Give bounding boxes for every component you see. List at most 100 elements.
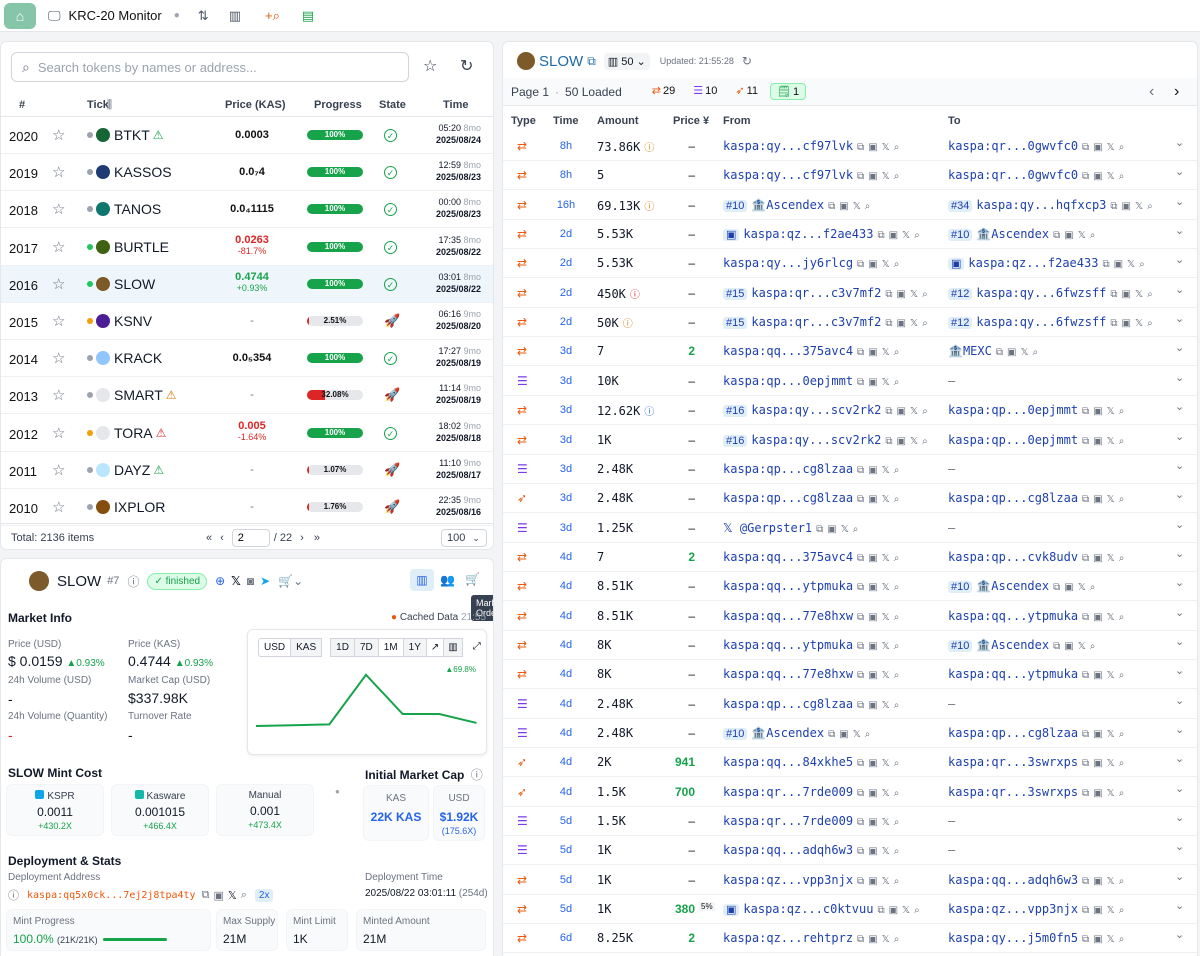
explorer-icon[interactable]: ▣ — [868, 788, 877, 799]
x-icon[interactable]: 𝕏 — [882, 259, 890, 270]
favorite-star-icon[interactable]: ☆ — [52, 200, 65, 218]
type-filter-chip[interactable]: ☰ 10 — [687, 83, 723, 100]
explorer-icon[interactable]: ▣ — [868, 142, 877, 153]
transfers-token-name[interactable]: SLOW — [539, 53, 583, 70]
token-tick[interactable]: IXPLOR — [87, 499, 165, 515]
expand-chevron-icon[interactable]: ⌄ — [1175, 400, 1184, 413]
token-tick[interactable]: KSNV — [87, 313, 152, 329]
search-icon[interactable]: ⌕ — [894, 788, 900, 799]
line-chart-icon[interactable]: ↗ — [426, 638, 445, 657]
x-icon[interactable]: 𝕏 — [882, 465, 890, 476]
favorite-star-icon[interactable]: ☆ — [52, 275, 65, 293]
copy-icon[interactable]: ⧉ — [885, 436, 892, 447]
x-icon[interactable]: 𝕏 — [1135, 201, 1143, 212]
cart-dropdown-icon[interactable]: 🛒⌄ — [278, 574, 303, 588]
info-icon[interactable]: ⓘ — [127, 573, 139, 590]
address-link[interactable]: – — [948, 814, 955, 828]
favorite-star-icon[interactable]: ☆ — [52, 461, 65, 479]
explorer-icon[interactable]: ▣ — [868, 934, 877, 945]
copy-icon[interactable]: ⧉ — [877, 230, 884, 241]
explorer-icon[interactable]: ▣ — [868, 582, 877, 593]
transfer-row[interactable]: ⇄ 4d 8K – kaspa:qq...77e8hxw ⧉ ▣ 𝕏 ⌕ kaspa:qq...y… — [503, 660, 1197, 690]
favorite-star-icon[interactable]: ☆ — [52, 312, 65, 330]
search-icon[interactable]: ⌕ — [914, 230, 920, 241]
transfer-row[interactable]: ☰ 5d 1K – kaspa:qq...adqh6w3 ⧉ ▣ 𝕏 ⌕ – ⌄ — [503, 836, 1197, 866]
transfer-row[interactable]: ⇄ 5d 1K 380 5% ▣ kaspa:qz...c0ktvuu ⧉ ▣ 𝕏 ⌕ kaspa:q… — [503, 895, 1197, 925]
x-icon[interactable]: 𝕏 — [1107, 758, 1115, 769]
x-icon[interactable]: 𝕏 — [1107, 612, 1115, 623]
explorer-icon[interactable]: ▣ — [897, 406, 906, 417]
search-icon[interactable]: ⌕ — [894, 670, 900, 681]
address-link[interactable]: kaspa:qy...scv2rk2 — [751, 403, 881, 417]
copy-icon[interactable]: ⧉ — [1082, 553, 1089, 564]
chart-icon[interactable]: ▥ — [229, 8, 241, 24]
copy-icon[interactable]: ⧉ — [857, 641, 864, 652]
next-icon[interactable]: › — [1174, 83, 1179, 101]
address-link[interactable]: – — [948, 697, 955, 711]
search-icon[interactable]: ⌕ — [922, 318, 928, 329]
explorer-icon[interactable]: ▣ — [1093, 758, 1102, 769]
explorer-icon[interactable]: ▣ — [1114, 259, 1123, 270]
copy-icon[interactable]: ⧉ — [857, 846, 864, 857]
expand-chevron-icon[interactable]: ⌄ — [1175, 870, 1184, 883]
address-link[interactable]: kaspa:qq...84xkhe5 — [723, 755, 853, 769]
transfer-row[interactable]: ☰ 3d 1.25K – 𝕏 @Gerpster1 ⧉ ▣ 𝕏 ⌕ – ⌄ — [503, 514, 1197, 543]
x-icon[interactable]: 𝕏 — [882, 553, 890, 564]
token-tick[interactable]: BURTLE — [87, 239, 169, 255]
token-tick[interactable]: TORA ⚠ — [87, 425, 166, 441]
x-icon[interactable]: 𝕏 — [882, 700, 890, 711]
favorite-star-icon[interactable]: ☆ — [52, 126, 65, 144]
explorer-icon[interactable]: ▣ — [1093, 788, 1102, 799]
expand-chevron-icon[interactable]: ⌄ — [1175, 430, 1184, 443]
address-link[interactable]: kaspa:qp...0epjmmt — [948, 433, 1078, 447]
expand-chevron-icon[interactable]: ⌄ — [1175, 840, 1184, 853]
address-link[interactable]: 🏦Ascendex — [976, 227, 1049, 241]
explorer-icon[interactable]: ▣ — [827, 524, 836, 535]
address-link[interactable]: kaspa:qq...adqh6w3 — [723, 843, 853, 857]
address-link[interactable]: kaspa:qr...c3v7mf2 — [751, 286, 881, 300]
copy-icon[interactable]: ⧉ — [857, 612, 864, 623]
x-icon[interactable]: 𝕏 — [882, 142, 890, 153]
address-link[interactable]: kaspa:qq...375avc4 — [723, 550, 853, 564]
x-icon[interactable]: 𝕏 — [1107, 553, 1115, 564]
address-link[interactable]: kaspa:qy...jy6rlcg — [723, 256, 853, 270]
chart-view-button[interactable]: ▥ — [410, 569, 434, 591]
copy-icon[interactable]: ⧉ — [1053, 641, 1060, 652]
token-row[interactable]: 2020 ☆ BTKT ⚠ 0.0003 100% ✓ 05:20 8mo 2025/08/24 — [1, 117, 493, 154]
search-icon[interactable]: ⌕ — [1119, 758, 1125, 769]
transfer-row[interactable]: ⇄ 6d 8.25K 2 kaspa:qz...rehtprz ⧉ ▣ 𝕏 ⌕ kaspa:qy.… — [503, 924, 1197, 954]
copy-icon[interactable]: ⧉ — [202, 889, 210, 902]
expand-chevron-icon[interactable]: ⌄ — [1175, 165, 1184, 178]
search-icon[interactable]: ⌕ — [1119, 934, 1125, 945]
page-size-select[interactable]: 100 ⌄ — [441, 528, 487, 547]
search-icon[interactable]: ⌕ — [1119, 553, 1125, 564]
favorites-star-icon[interactable]: ☆ — [423, 56, 437, 76]
explorer-icon[interactable]: ▣ — [1122, 318, 1131, 329]
x-icon[interactable]: 𝕏 — [910, 436, 918, 447]
address-link[interactable]: kaspa:qr...c3v7mf2 — [751, 315, 881, 329]
search-input[interactable] — [37, 59, 368, 75]
type-filter-chip[interactable]: 🗒 1 — [770, 83, 807, 100]
x-icon[interactable]: 𝕏 — [1107, 934, 1115, 945]
search-icon[interactable]: ⌕ — [914, 905, 920, 916]
explorer-icon[interactable]: ▣ — [1093, 905, 1102, 916]
expand-chevron-icon[interactable]: ⌄ — [1175, 312, 1184, 325]
tab-7d[interactable]: 7D — [354, 638, 379, 657]
transfer-row[interactable]: ☰ 4d 2.48K – #10 🏦Ascendex ⧉ ▣ 𝕏 ⌕ kaspa:qp...cg8l… — [503, 719, 1197, 748]
search-icon[interactable]: ⌕ — [1090, 641, 1096, 652]
address-link[interactable]: kaspa:qq...ytpmuka — [723, 579, 853, 593]
explorer-icon[interactable]: ▣ — [1093, 494, 1102, 505]
address-link[interactable]: – — [948, 462, 955, 476]
token-row[interactable]: 2010 ☆ IXPLOR -1.76% 🚀 22:35 9mo 2025/08/16 — [1, 489, 493, 526]
address-link[interactable]: kaspa:qy...cf97lvk — [723, 139, 853, 153]
copy-icon[interactable]: ⧉ — [828, 201, 835, 212]
explorer-icon[interactable]: ▣ — [1093, 729, 1102, 740]
expand-chevron-icon[interactable]: ⌄ — [1175, 606, 1184, 619]
copy-icon[interactable]: ⧉ — [857, 142, 864, 153]
search-icon[interactable]: ⌕ — [1119, 142, 1125, 153]
explorer-icon[interactable]: ▣ — [868, 377, 877, 388]
search-icon[interactable]: ⌕ — [1090, 230, 1096, 241]
x-icon[interactable]: 𝕏 — [882, 758, 890, 769]
explorer-icon[interactable]: ▣ — [1007, 347, 1016, 358]
search-icon[interactable]: ⌕ — [894, 846, 900, 857]
